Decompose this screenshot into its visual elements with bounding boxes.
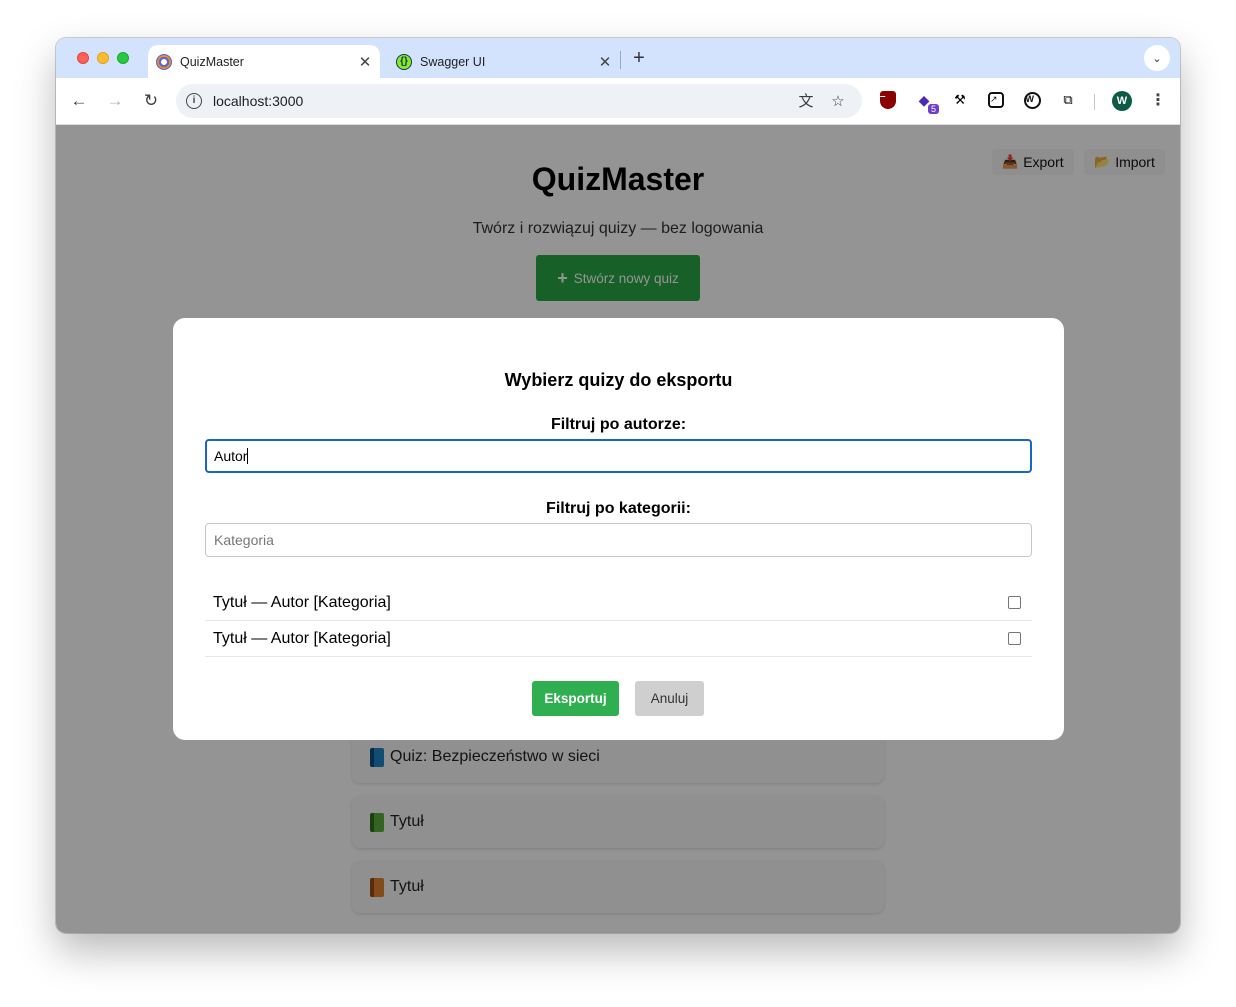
tab-divider xyxy=(620,51,621,69)
browser-menu-icon[interactable]: ⋮ xyxy=(1148,90,1168,112)
new-tab-button[interactable]: + xyxy=(628,48,650,70)
text-caret xyxy=(247,448,249,464)
swagger-favicon-icon: {} xyxy=(396,53,412,70)
forward-arrow-icon[interactable]: → xyxy=(104,90,126,112)
tab-search-chevron-icon[interactable]: ⌄ xyxy=(1144,45,1170,71)
maximize-window-button[interactable] xyxy=(117,52,129,64)
export-quiz-label: Tytuł — Autor [Kategoria] xyxy=(213,593,391,611)
circle-extension-icon[interactable]: W xyxy=(1022,90,1042,110)
tab-quizmaster[interactable]: QuizMaster ✕ xyxy=(148,45,380,78)
export-quiz-checkbox[interactable] xyxy=(1008,632,1021,645)
url-text: localhost:3000 xyxy=(213,93,304,109)
profile-avatar[interactable]: W xyxy=(1112,91,1132,111)
ublock-shield-icon[interactable]: – xyxy=(878,90,898,110)
author-filter-label: Filtruj po autorze: xyxy=(550,416,687,433)
author-filter-value: Autor xyxy=(214,448,248,464)
close-tab-icon[interactable]: ✕ xyxy=(594,53,616,71)
category-placeholder: Kategoria xyxy=(214,532,274,548)
extension-count-badge: 5 xyxy=(927,104,939,114)
browser-window: QuizMaster ✕ {} Swagger UI ✕ + ⌄ ← → ↻ i… xyxy=(56,38,1180,933)
toolbar-divider xyxy=(1094,94,1095,110)
export-modal: Wybierz quizy do eksportu Filtruj po aut… xyxy=(173,318,1064,740)
cancel-button[interactable]: Anuluj xyxy=(635,681,704,716)
extension-badge-icon[interactable]: ◆ 5 xyxy=(914,90,939,114)
close-tab-icon[interactable]: ✕ xyxy=(354,53,376,71)
address-bar[interactable]: i localhost:3000 ⽂ ☆ xyxy=(176,84,862,118)
back-arrow-icon[interactable]: ← xyxy=(68,90,90,112)
puzzle-extensions-icon[interactable]: ⧉ xyxy=(1058,90,1078,110)
site-info-icon[interactable]: i xyxy=(186,93,202,109)
quizmaster-favicon-icon xyxy=(156,53,172,70)
tab-title: Swagger UI xyxy=(420,54,486,69)
browser-toolbar: ← → ↻ i localhost:3000 ⽂ ☆ xyxy=(56,78,1180,125)
minimize-window-button[interactable] xyxy=(97,52,109,64)
reload-icon[interactable]: ↻ xyxy=(140,90,162,112)
modal-title: Wybierz quizy do eksportu xyxy=(504,370,733,390)
export-quiz-label: Tytuł — Autor [Kategoria] xyxy=(213,629,391,647)
tab-strip: QuizMaster ✕ {} Swagger UI ✕ + ⌄ xyxy=(56,38,1180,78)
tab-title: QuizMaster xyxy=(180,54,244,69)
close-window-button[interactable] xyxy=(77,52,89,64)
author-filter-input[interactable]: Autor xyxy=(205,439,1032,473)
export-quiz-row[interactable]: Tytuł — Autor [Kategoria] xyxy=(205,585,1032,621)
tab-swagger[interactable]: {} Swagger UI ✕ xyxy=(388,45,620,78)
export-quiz-checkbox[interactable] xyxy=(1008,596,1021,609)
export-quiz-row[interactable]: Tytuł — Autor [Kategoria] xyxy=(205,621,1032,657)
box-extension-icon[interactable]: ↗ xyxy=(986,90,1006,110)
category-filter-input[interactable]: Kategoria xyxy=(205,523,1032,557)
category-filter-label: Filtruj po kategorii: xyxy=(546,500,691,517)
tools-extension-icon[interactable]: ⚒ xyxy=(950,90,970,110)
translate-icon[interactable]: ⽂ xyxy=(796,92,816,112)
bookmark-star-icon[interactable]: ☆ xyxy=(828,92,848,112)
confirm-export-button[interactable]: Eksportuj xyxy=(532,681,619,716)
page-content: 📥 Export 📂 Import QuizMaster Twórz i roz… xyxy=(56,125,1180,933)
